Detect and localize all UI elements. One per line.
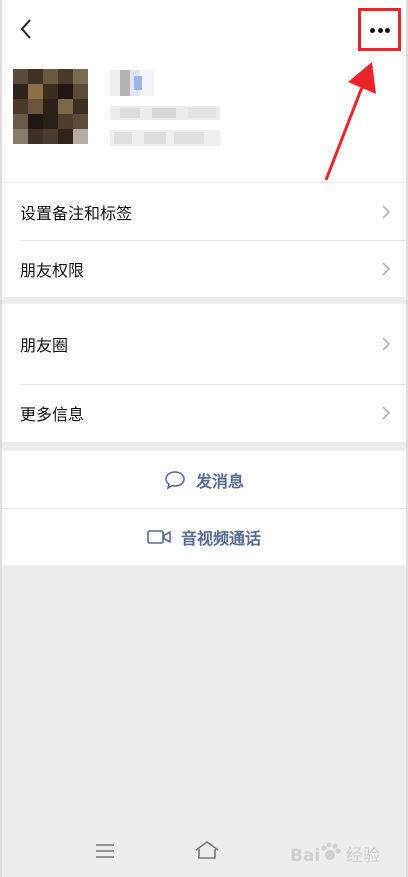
avatar-pixel <box>28 69 43 84</box>
chevron-right-icon <box>382 337 391 351</box>
avatar-pixel <box>28 99 43 114</box>
settings-group: 设置备注和标签 朋友权限 <box>2 183 406 297</box>
avatar-pixel <box>13 84 28 99</box>
contact-name-blurred <box>110 70 154 96</box>
avatar-pixel <box>58 69 73 84</box>
avatar-pixel <box>73 129 88 144</box>
menu-row-friend-permissions[interactable]: 朋友权限 <box>2 240 406 297</box>
avatar-pixel <box>58 129 73 144</box>
home-icon[interactable] <box>193 839 221 861</box>
avatar-pixel <box>73 69 88 84</box>
avatar-pixel <box>43 114 58 129</box>
avatar-pixel <box>43 99 58 114</box>
avatar-pixel <box>28 114 43 129</box>
avatar-pixel <box>58 114 73 129</box>
avatar-pixel <box>13 69 28 84</box>
chevron-right-icon <box>382 406 391 420</box>
video-camera-icon <box>147 529 171 544</box>
chevron-left-icon[interactable] <box>16 16 38 42</box>
menu-row-label: 更多信息 <box>20 405 85 424</box>
svg-text:经验: 经验 <box>346 846 380 866</box>
system-navigation-bar: Bai 经验 <box>2 825 406 877</box>
menu-row-label: 朋友圈 <box>20 336 69 355</box>
menu-row-more-info[interactable]: 更多信息 <box>2 384 406 442</box>
svg-text:Bai: Bai <box>290 846 320 866</box>
actions-group: 发消息 音视频通话 <box>2 451 406 565</box>
info-group: 朋友圈 更多信息 <box>2 304 406 442</box>
menu-icon[interactable] <box>94 843 116 859</box>
more-button-highlight <box>358 8 401 51</box>
baidu-jingyan-watermark: Bai 经验 <box>290 842 380 866</box>
contact-profile-page: 设置备注和标签 朋友权限 朋友圈 更多信息 发消息 音视频通话 Bai 经验 <box>0 0 408 877</box>
avatar-pixel <box>43 69 58 84</box>
avatar-pixel <box>43 129 58 144</box>
avatar[interactable] <box>13 69 88 144</box>
avatar-pixel <box>28 129 43 144</box>
contact-details-blurred <box>110 106 220 146</box>
avatar-pixel <box>58 99 73 114</box>
menu-row-label: 设置备注和标签 <box>20 203 133 223</box>
avatar-pixel <box>73 84 88 99</box>
avatar-pixel <box>28 84 43 99</box>
menu-row-remark-tags[interactable]: 设置备注和标签 <box>2 183 406 240</box>
avatar-pixel <box>13 99 28 114</box>
chevron-right-icon <box>382 205 391 219</box>
avatar-pixel <box>43 84 58 99</box>
avatar-pixel <box>58 84 73 99</box>
avatar-pixel <box>73 99 88 114</box>
avatar-pixel <box>13 129 28 144</box>
menu-row-label: 朋友权限 <box>20 260 85 280</box>
chat-bubble-icon <box>165 470 185 490</box>
avatar-pixel <box>13 114 28 129</box>
red-arrow-annotation <box>324 62 376 181</box>
more-dots-icon[interactable] <box>367 22 393 38</box>
video-call-button[interactable]: 音视频通话 <box>2 508 406 565</box>
send-message-button[interactable]: 发消息 <box>2 451 406 508</box>
menu-row-moments[interactable]: 朋友圈 <box>2 304 406 384</box>
video-call-label: 音视频通话 <box>180 528 261 548</box>
chevron-right-icon <box>382 262 391 276</box>
avatar-pixel <box>73 114 88 129</box>
send-message-label: 发消息 <box>195 471 244 491</box>
